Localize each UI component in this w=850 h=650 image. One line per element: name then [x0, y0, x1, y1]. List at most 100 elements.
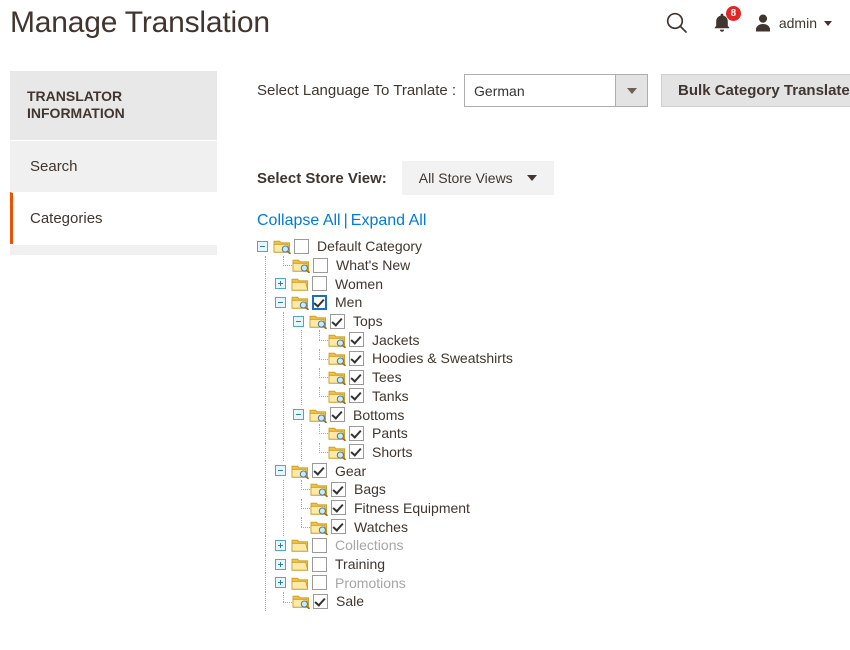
tree-node-label[interactable]: Sale	[336, 593, 364, 609]
tree-node[interactable]: Hoodies & Sweatshirts	[257, 349, 850, 368]
tree-node-label[interactable]: Watches	[354, 519, 408, 535]
tree-node[interactable]: Fitness Equipment	[257, 499, 850, 518]
admin-user-menu[interactable]: admin	[754, 13, 832, 33]
notification-count-badge: 8	[726, 6, 741, 21]
tree-node-checkbox[interactable]	[330, 407, 345, 422]
tree-node[interactable]: What's New	[257, 256, 850, 275]
tree-indent-guide	[275, 443, 293, 462]
tree-controls: Collapse All|Expand All	[257, 212, 850, 230]
tree-connector	[311, 443, 328, 462]
folder-search-icon	[273, 238, 291, 254]
folder-search-icon	[310, 519, 328, 535]
tree-node-checkbox[interactable]	[312, 575, 327, 590]
tree-node-label[interactable]: Collections	[335, 537, 403, 553]
tree-node-checkbox[interactable]	[294, 239, 309, 254]
collapse-all-link[interactable]: Collapse All	[257, 212, 341, 229]
tree-collapse-icon[interactable]	[293, 316, 304, 327]
tree-node-label[interactable]: Tops	[353, 313, 383, 329]
category-tree: Default Category What's New Women Men Tops Ja…	[257, 237, 850, 611]
tree-node-checkbox[interactable]	[349, 332, 364, 347]
tree-expand-icon[interactable]	[275, 559, 286, 570]
tree-expand-icon[interactable]	[275, 540, 286, 551]
page-title: Manage Translation	[10, 6, 270, 40]
tree-node[interactable]: Women	[257, 274, 850, 293]
tree-node-checkbox[interactable]	[349, 426, 364, 441]
tree-node-label[interactable]: Default Category	[317, 238, 422, 254]
tree-collapse-icon[interactable]	[257, 241, 268, 252]
tree-node-checkbox[interactable]	[313, 258, 328, 273]
sidebar-item-categories[interactable]: Categories	[10, 192, 217, 244]
tree-node-label[interactable]: Tanks	[372, 388, 409, 404]
tree-node[interactable]: Jackets	[257, 330, 850, 349]
language-select-arrow[interactable]	[615, 75, 647, 106]
tree-node[interactable]: Bags	[257, 480, 850, 499]
tree-node-label[interactable]: Shorts	[372, 444, 412, 460]
tree-collapse-icon[interactable]	[293, 409, 304, 420]
language-select[interactable]: German	[464, 74, 648, 107]
tree-node[interactable]: Default Category	[257, 237, 850, 256]
tree-indent-guide	[257, 443, 275, 462]
tree-node-checkbox[interactable]	[313, 594, 328, 609]
tree-node-label[interactable]: Bottoms	[353, 407, 404, 423]
tree-node-label[interactable]: Hoodies & Sweatshirts	[372, 350, 513, 366]
tree-indent-guide	[293, 424, 311, 443]
sidebar-footer-strip	[10, 244, 217, 255]
tree-node[interactable]: Bottoms	[257, 405, 850, 424]
tree-node-checkbox[interactable]	[312, 463, 327, 478]
tree-node[interactable]: Tanks	[257, 387, 850, 406]
chevron-down-icon	[824, 21, 832, 26]
tree-node-label[interactable]: Pants	[372, 425, 408, 441]
tree-node[interactable]: Sale	[257, 592, 850, 611]
tree-node-label[interactable]: Tees	[372, 369, 402, 385]
tree-node-label[interactable]: Promotions	[335, 575, 406, 591]
tree-node[interactable]: Watches	[257, 517, 850, 536]
tree-node-label[interactable]: Bags	[354, 481, 386, 497]
tree-node-checkbox[interactable]	[331, 519, 346, 534]
notifications-button[interactable]: 8	[712, 12, 732, 34]
tree-node-checkbox[interactable]	[331, 482, 346, 497]
tree-node-checkbox[interactable]	[312, 557, 327, 572]
tree-node[interactable]: Pants	[257, 424, 850, 443]
tree-expand-icon[interactable]	[275, 278, 286, 289]
tree-node-label[interactable]: What's New	[336, 257, 410, 273]
page-header: Manage Translation 8 admin	[0, 0, 850, 62]
tree-node-label[interactable]: Training	[335, 556, 385, 572]
folder-icon	[291, 556, 309, 572]
tree-node-label[interactable]: Men	[335, 294, 362, 310]
tree-node-label[interactable]: Jackets	[372, 332, 419, 348]
tree-node-label[interactable]: Gear	[335, 463, 366, 479]
search-icon[interactable]	[664, 10, 690, 36]
bulk-category-translate-button[interactable]: Bulk Category Translate	[661, 74, 850, 107]
tree-node-checkbox[interactable]	[312, 276, 327, 291]
language-selector-row: Select Language To Tranlate : German Bul…	[257, 74, 850, 107]
tree-node-label[interactable]: Fitness Equipment	[354, 500, 470, 516]
tree-node-checkbox[interactable]	[349, 370, 364, 385]
tree-node[interactable]: Shorts	[257, 443, 850, 462]
tree-node-checkbox[interactable]	[349, 388, 364, 403]
tree-collapse-icon[interactable]	[275, 465, 286, 476]
store-view-select[interactable]: All Store Views	[402, 161, 554, 195]
tree-node[interactable]: Promotions	[257, 573, 850, 592]
tree-node[interactable]: Training	[257, 555, 850, 574]
tree-node-checkbox[interactable]	[331, 500, 346, 515]
tree-node[interactable]: Tops	[257, 312, 850, 331]
tree-node-checkbox[interactable]	[312, 295, 327, 310]
tree-indent-guide	[275, 517, 293, 536]
tree-expand-icon[interactable]	[275, 577, 286, 588]
folder-search-icon	[292, 593, 310, 609]
tree-node[interactable]: Collections	[257, 536, 850, 555]
tree-node-label[interactable]: Women	[335, 276, 383, 292]
tree-collapse-icon[interactable]	[275, 297, 286, 308]
expand-all-link[interactable]: Expand All	[351, 212, 427, 229]
tree-node[interactable]: Men	[257, 293, 850, 312]
user-icon	[754, 13, 772, 33]
tree-node[interactable]: Tees	[257, 368, 850, 387]
tree-node-checkbox[interactable]	[330, 314, 345, 329]
tree-node[interactable]: Gear	[257, 461, 850, 480]
sidebar-item-search[interactable]: Search	[10, 140, 217, 192]
tree-connector	[311, 368, 328, 387]
tree-node-checkbox[interactable]	[349, 351, 364, 366]
folder-search-icon	[309, 407, 327, 423]
tree-node-checkbox[interactable]	[312, 538, 327, 553]
tree-node-checkbox[interactable]	[349, 444, 364, 459]
